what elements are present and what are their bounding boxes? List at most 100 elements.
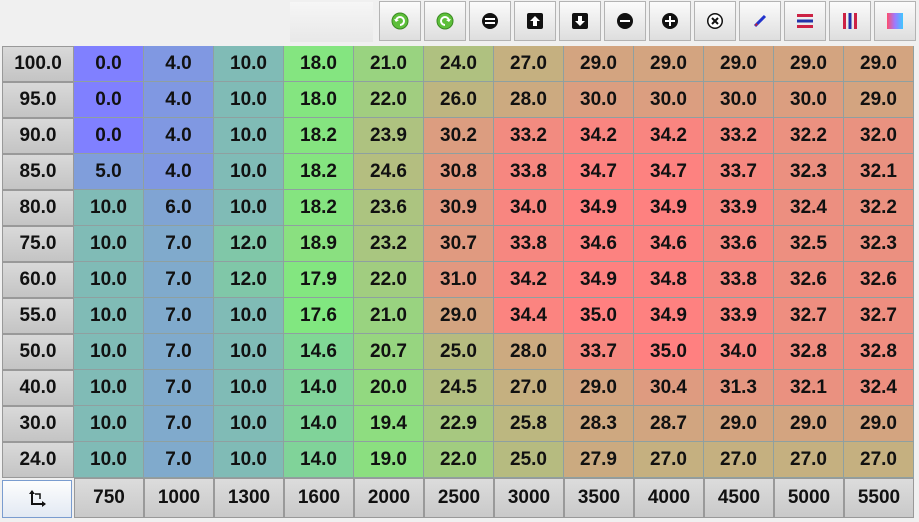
table-cell[interactable]: 32.3 [844, 226, 914, 262]
column-header[interactable]: 5500 [844, 478, 914, 518]
table-cell[interactable]: 10.0 [214, 298, 284, 334]
table-cell[interactable]: 32.7 [774, 298, 844, 334]
row-header[interactable]: 85.0 [2, 154, 74, 190]
table-cell[interactable]: 29.0 [774, 46, 844, 82]
table-cell[interactable]: 34.4 [494, 298, 564, 334]
row-header[interactable]: 95.0 [2, 82, 74, 118]
table-cell[interactable]: 10.0 [74, 190, 144, 226]
table-cell[interactable]: 34.2 [564, 118, 634, 154]
table-cell[interactable]: 33.9 [704, 298, 774, 334]
multiply-button[interactable] [694, 1, 736, 41]
table-cell[interactable]: 34.2 [634, 118, 704, 154]
row-header[interactable]: 80.0 [2, 190, 74, 226]
table-cell[interactable]: 29.0 [704, 406, 774, 442]
column-header[interactable]: 1000 [144, 478, 214, 518]
table-cell[interactable]: 25.0 [424, 334, 494, 370]
table-cell[interactable]: 4.0 [144, 82, 214, 118]
swap-axes-button[interactable] [2, 480, 72, 518]
table-cell[interactable]: 7.0 [144, 262, 214, 298]
table-cell[interactable]: 18.0 [284, 46, 354, 82]
increment-down-button[interactable] [559, 1, 601, 41]
row-header[interactable]: 60.0 [2, 262, 74, 298]
table-cell[interactable]: 18.2 [284, 118, 354, 154]
table-cell[interactable]: 32.3 [774, 154, 844, 190]
column-header[interactable]: 5000 [774, 478, 844, 518]
table-cell[interactable]: 33.7 [564, 334, 634, 370]
table-cell[interactable]: 33.8 [494, 226, 564, 262]
table-cell[interactable]: 0.0 [74, 82, 144, 118]
table-cell[interactable]: 10.0 [214, 190, 284, 226]
table-cell[interactable]: 17.9 [284, 262, 354, 298]
table-cell[interactable]: 27.0 [704, 442, 774, 478]
table-cell[interactable]: 7.0 [144, 370, 214, 406]
table-cell[interactable]: 10.0 [74, 262, 144, 298]
table-cell[interactable]: 25.8 [494, 406, 564, 442]
table-cell[interactable]: 33.2 [494, 118, 564, 154]
table-cell[interactable]: 23.9 [354, 118, 424, 154]
table-cell[interactable]: 24.6 [354, 154, 424, 190]
table-cell[interactable]: 28.3 [564, 406, 634, 442]
table-cell[interactable]: 34.0 [704, 334, 774, 370]
table-cell[interactable]: 32.0 [844, 118, 914, 154]
table-cell[interactable]: 34.6 [634, 226, 704, 262]
table-cell[interactable]: 30.7 [424, 226, 494, 262]
table-cell[interactable]: 10.0 [214, 442, 284, 478]
table-cell[interactable]: 18.2 [284, 154, 354, 190]
table-cell[interactable]: 32.5 [774, 226, 844, 262]
table-cell[interactable]: 32.1 [774, 370, 844, 406]
add-button[interactable] [649, 1, 691, 41]
table-cell[interactable]: 27.0 [844, 442, 914, 478]
column-header[interactable]: 2000 [354, 478, 424, 518]
table-cell[interactable]: 29.0 [564, 370, 634, 406]
table-cell[interactable]: 32.8 [844, 334, 914, 370]
color-map-button[interactable] [874, 1, 916, 41]
table-cell[interactable]: 29.0 [634, 46, 704, 82]
table-cell[interactable]: 14.6 [284, 334, 354, 370]
table-cell[interactable]: 10.0 [214, 118, 284, 154]
table-cell[interactable]: 27.0 [494, 46, 564, 82]
column-header[interactable]: 4500 [704, 478, 774, 518]
table-cell[interactable]: 32.1 [844, 154, 914, 190]
column-header[interactable]: 4000 [634, 478, 704, 518]
table-cell[interactable]: 34.9 [634, 190, 704, 226]
table-cell[interactable]: 30.4 [634, 370, 704, 406]
table-cell[interactable]: 4.0 [144, 46, 214, 82]
column-header[interactable]: 1600 [284, 478, 354, 518]
horizontal-interpolate-button[interactable] [784, 1, 826, 41]
table-cell[interactable]: 33.8 [494, 154, 564, 190]
table-cell[interactable]: 32.6 [844, 262, 914, 298]
table-cell[interactable]: 18.9 [284, 226, 354, 262]
table-cell[interactable]: 28.7 [634, 406, 704, 442]
table-cell[interactable]: 10.0 [214, 406, 284, 442]
table-cell[interactable]: 27.0 [634, 442, 704, 478]
table-cell[interactable]: 30.0 [634, 82, 704, 118]
table-cell[interactable]: 10.0 [214, 82, 284, 118]
table-cell[interactable]: 34.0 [494, 190, 564, 226]
row-header[interactable]: 75.0 [2, 226, 74, 262]
table-cell[interactable]: 27.9 [564, 442, 634, 478]
table-cell[interactable]: 24.5 [424, 370, 494, 406]
table-cell[interactable]: 27.0 [774, 442, 844, 478]
table-cell[interactable]: 32.4 [844, 370, 914, 406]
table-cell[interactable]: 10.0 [74, 406, 144, 442]
table-cell[interactable]: 32.7 [844, 298, 914, 334]
table-cell[interactable]: 29.0 [424, 298, 494, 334]
table-cell[interactable]: 14.0 [284, 406, 354, 442]
table-cell[interactable]: 18.2 [284, 190, 354, 226]
table-cell[interactable]: 10.0 [74, 442, 144, 478]
table-cell[interactable]: 14.0 [284, 442, 354, 478]
table-cell[interactable]: 34.2 [494, 262, 564, 298]
table-cell[interactable]: 31.0 [424, 262, 494, 298]
vertical-interpolate-button[interactable] [829, 1, 871, 41]
table-cell[interactable]: 21.0 [354, 46, 424, 82]
table-cell[interactable]: 7.0 [144, 442, 214, 478]
table-cell[interactable]: 35.0 [564, 298, 634, 334]
table-cell[interactable]: 29.0 [844, 46, 914, 82]
column-header[interactable]: 2500 [424, 478, 494, 518]
row-header[interactable]: 50.0 [2, 334, 74, 370]
table-cell[interactable]: 30.2 [424, 118, 494, 154]
table-cell[interactable]: 34.9 [634, 298, 704, 334]
row-header[interactable]: 40.0 [2, 370, 74, 406]
row-header[interactable]: 55.0 [2, 298, 74, 334]
table-cell[interactable]: 23.6 [354, 190, 424, 226]
